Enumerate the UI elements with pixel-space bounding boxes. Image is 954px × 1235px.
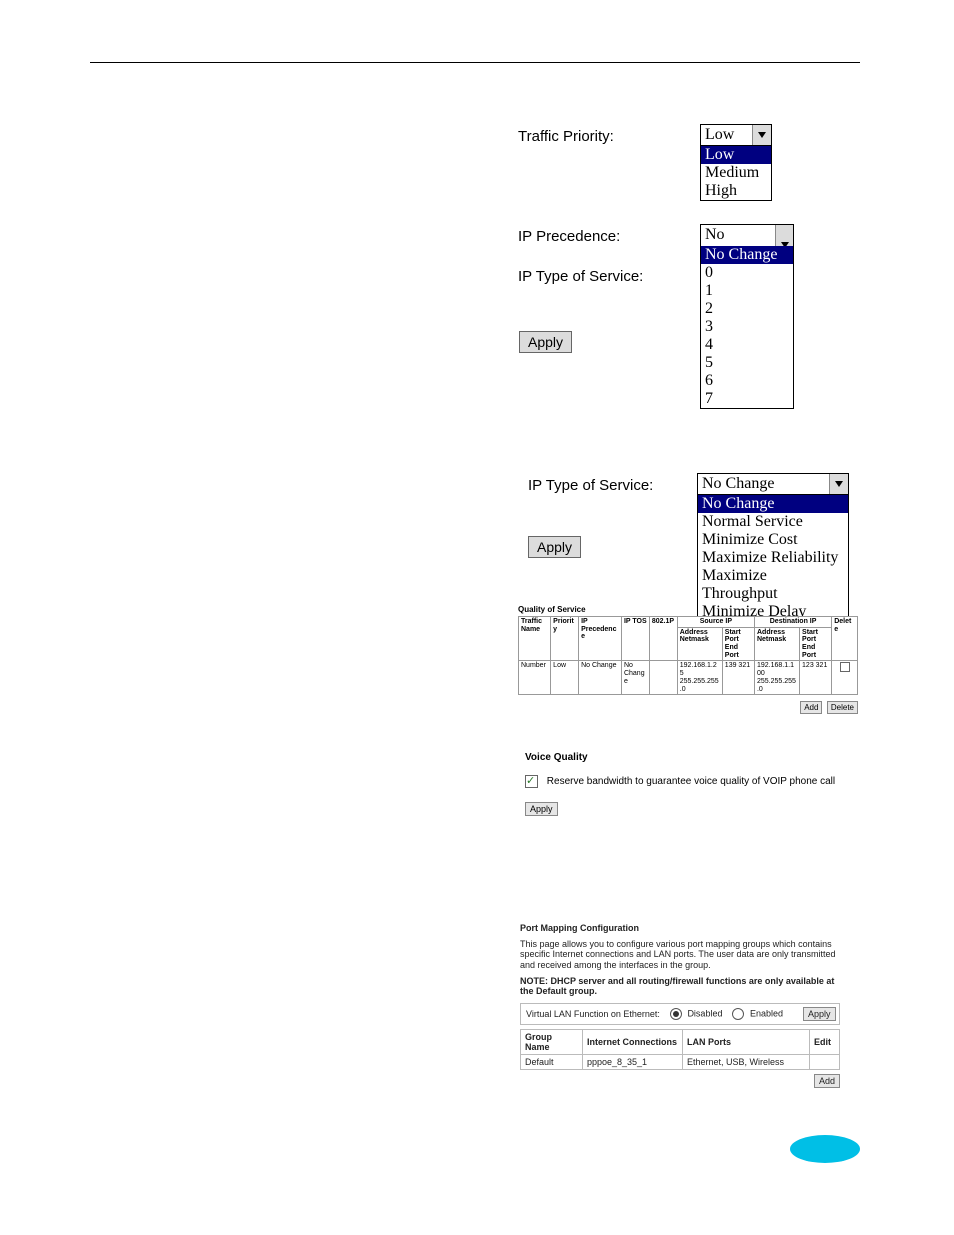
th-8021p: 802.1P <box>649 617 677 661</box>
th-ip-precedence: IP Precedence <box>579 617 622 661</box>
vlan-disabled-label: Disabled <box>687 1008 722 1018</box>
ip-tos-selected: No Change <box>698 474 829 494</box>
header-rule <box>90 62 860 63</box>
th-traffic-name: Traffic Name <box>519 617 551 661</box>
cell-priority: Low <box>551 661 579 695</box>
cell-internet: pppoe_8_35_1 <box>583 1054 683 1069</box>
port-mapping-title: Port Mapping Configuration <box>520 923 840 933</box>
ip-precedence-option[interactable]: 0 <box>701 264 793 282</box>
cell-traffic-name: Number <box>519 661 551 695</box>
ip-precedence-option[interactable]: 4 <box>701 336 793 354</box>
traffic-priority-label: Traffic Priority: <box>518 128 614 145</box>
cell-dst-port: 123 321 <box>800 661 832 695</box>
cell-src-addr: 192.168.1.25 255.255.255.0 <box>677 661 722 695</box>
ip-tos-option[interactable]: Maximize Throughput <box>698 567 848 603</box>
th-edit: Edit <box>810 1029 840 1054</box>
traffic-priority-option[interactable]: Medium <box>701 164 771 182</box>
qos-table: Traffic Name Priority IP Precedence IP T… <box>518 616 858 695</box>
ip-precedence-options[interactable]: No Change 0 1 2 3 4 5 6 7 <box>700 246 794 409</box>
voice-quality-title: Voice Quality <box>525 752 860 763</box>
th-lan: LAN Ports <box>683 1029 810 1054</box>
voice-quality-section: Voice Quality Reserve bandwidth to guara… <box>525 752 860 816</box>
qos-delete-button[interactable]: Delete <box>827 701 858 714</box>
th-priority: Priority <box>551 617 579 661</box>
th-group-name: Group Name <box>521 1029 583 1054</box>
ip-precedence-option[interactable]: No Change <box>701 246 793 264</box>
ip-tos-options[interactable]: No Change Normal Service Minimize Cost M… <box>697 495 849 622</box>
cell-lan: Ethernet, USB, Wireless <box>683 1054 810 1069</box>
ip-precedence-option[interactable]: 3 <box>701 318 793 336</box>
footer-accent <box>790 1135 860 1163</box>
ip-tos-option[interactable]: Minimize Cost <box>698 531 848 549</box>
th-internet: Internet Connections <box>583 1029 683 1054</box>
reserve-bandwidth-label: Reserve bandwidth to guarantee voice qua… <box>547 776 835 787</box>
th-ip-tos: IP TOS <box>621 617 649 661</box>
traffic-priority-options[interactable]: Low Medium High <box>700 146 772 201</box>
port-mapping-description: This page allows you to configure variou… <box>520 939 840 970</box>
ip-precedence-label: IP Precedence: <box>518 228 620 245</box>
traffic-priority-option[interactable]: High <box>701 182 771 200</box>
th-src-port: Start Port End Port <box>722 627 754 661</box>
qos-add-button[interactable]: Add <box>800 701 822 714</box>
cell-src-port: 139 321 <box>722 661 754 695</box>
traffic-priority-select[interactable]: Low <box>700 124 772 146</box>
port-mapping-table: Group Name Internet Connections LAN Port… <box>520 1029 840 1070</box>
ip-tos-option[interactable]: Normal Service <box>698 513 848 531</box>
vlan-enabled-radio[interactable] <box>732 1008 744 1020</box>
qos-title: Quality of Service <box>518 605 858 614</box>
apply-button-1[interactable]: Apply <box>519 331 572 353</box>
vlan-enabled-label: Enabled <box>750 1008 783 1018</box>
ip-precedence-option[interactable]: 5 <box>701 354 793 372</box>
apply-button-2[interactable]: Apply <box>528 536 581 558</box>
vlan-label: Virtual LAN Function on Ethernet: <box>526 1009 660 1019</box>
cell-8021p <box>649 661 677 695</box>
vlan-apply-button[interactable]: Apply <box>803 1007 836 1021</box>
th-dest-ip: Destination IP <box>754 617 831 628</box>
th-dst-addr: Address Netmask <box>754 627 799 661</box>
ip-tos-option[interactable]: Maximize Reliability <box>698 549 848 567</box>
reserve-bandwidth-checkbox[interactable] <box>525 775 538 788</box>
dropdown-arrow-icon[interactable] <box>829 474 848 494</box>
ip-precedence-option[interactable]: 2 <box>701 300 793 318</box>
voice-apply-button[interactable]: Apply <box>525 802 558 816</box>
port-mapping-section: Port Mapping Configuration This page all… <box>520 923 840 1088</box>
cell-dst-addr: 192.168.1.100 255.255.255.0 <box>754 661 799 695</box>
dropdown-arrow-icon[interactable] <box>752 125 771 145</box>
traffic-priority-selected: Low <box>701 125 752 145</box>
port-mapping-note: NOTE: DHCP server and all routing/firewa… <box>520 976 840 997</box>
cell-ip-precedence: No Change <box>579 661 622 695</box>
ip-tos-option[interactable]: No Change <box>698 495 848 513</box>
ip-tos-label-2: IP Type of Service: <box>528 477 653 494</box>
th-delete: Delete <box>832 617 858 661</box>
vlan-disabled-radio[interactable] <box>670 1008 682 1020</box>
th-src-addr: Address Netmask <box>677 627 722 661</box>
ip-precedence-option[interactable]: 7 <box>701 390 793 408</box>
ip-tos-label-1: IP Type of Service: <box>518 268 643 285</box>
vlan-row: Virtual LAN Function on Ethernet: Disabl… <box>520 1003 840 1025</box>
cell-edit[interactable] <box>810 1054 840 1069</box>
qos-section: Quality of Service Traffic Name Priority… <box>518 605 858 715</box>
cell-group: Default <box>521 1054 583 1069</box>
ip-precedence-option[interactable]: 1 <box>701 282 793 300</box>
port-mapping-add-button[interactable]: Add <box>814 1074 840 1088</box>
ip-precedence-option[interactable]: 6 <box>701 372 793 390</box>
th-dst-port: Start Port End Port <box>800 627 832 661</box>
th-source-ip: Source IP <box>677 617 754 628</box>
port-mapping-row: Default pppoe_8_35_1 Ethernet, USB, Wire… <box>521 1054 840 1069</box>
delete-checkbox[interactable] <box>840 662 850 672</box>
traffic-priority-option[interactable]: Low <box>701 146 771 164</box>
qos-table-row: Number Low No Change No Change 192.168.1… <box>519 661 858 695</box>
cell-ip-tos: No Change <box>621 661 649 695</box>
ip-tos-select[interactable]: No Change <box>697 473 849 495</box>
